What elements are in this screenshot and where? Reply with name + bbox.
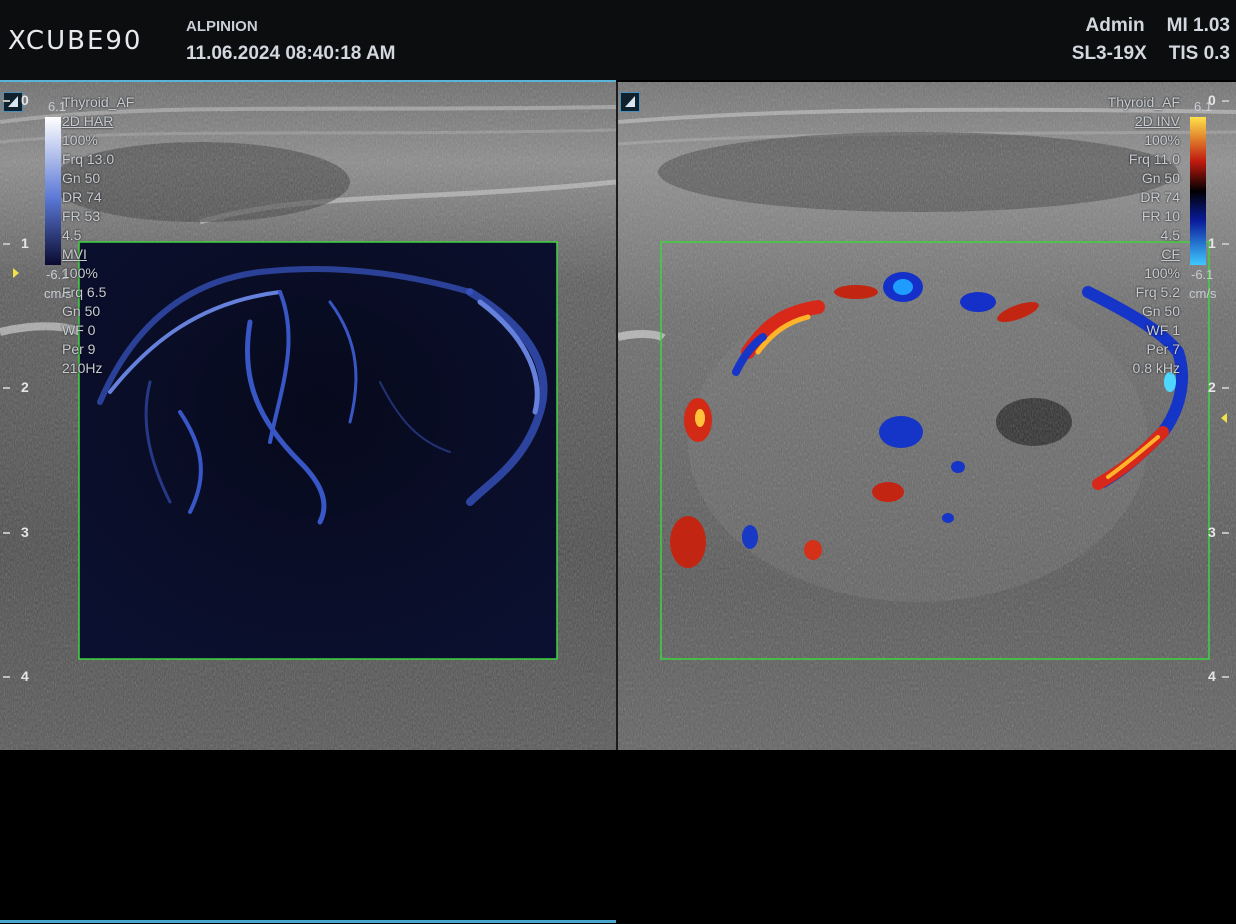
left-preset: Thyroid_AF (62, 94, 135, 110)
left-depth-3: 3 (21, 524, 29, 540)
right-ultrasound-image[interactable]: 6.1 -6.1 cm/s Thyroid_AF 2D INV 100% Frq… (618, 82, 1236, 750)
right-depth-1: 1 (1208, 235, 1216, 251)
right-param-5: FR 10 (1141, 208, 1180, 224)
left-depth-tick (3, 243, 10, 245)
right-param-6: 4.5 (1160, 227, 1180, 243)
right-depth-tick (1222, 532, 1229, 534)
left-param-2: Frq 13.0 (62, 151, 115, 167)
probe-orientation-icon[interactable] (620, 92, 640, 112)
system-logo: XCUBE90 (8, 26, 143, 56)
right-depth-tick (1222, 387, 1229, 389)
left-param-1: 100% (62, 132, 98, 148)
right-param-2: Frq 11.0 (1128, 151, 1180, 167)
left-param-4: DR 74 (62, 189, 102, 205)
left-flow-param-1: Frq 6.5 (62, 284, 107, 300)
left-depth-4: 4 (21, 668, 29, 684)
left-param-0: 2D HAR (62, 113, 114, 129)
right-param-1: 100% (1144, 132, 1180, 148)
right-depth-0: 0 (1208, 92, 1216, 108)
top-status-bar: XCUBE90 ALPINION 11.06.2024 08:40:18 AM … (0, 0, 1236, 80)
right-colorbar-unit: cm/s (1189, 286, 1217, 301)
left-param-3: Gn 50 (62, 170, 101, 186)
probe-name: SL3-19X (1071, 43, 1147, 64)
left-depth-1: 1 (21, 235, 29, 251)
probe-orientation-icon[interactable] (3, 92, 23, 112)
right-flow-param-5: 0.8 kHz (1132, 360, 1180, 376)
user-mi-readout: Admin MI 1.03 (1064, 15, 1230, 37)
left-flow-param-0: 100% (62, 265, 98, 281)
right-focus-marker[interactable] (1221, 413, 1227, 423)
right-flow-param-0: 100% (1144, 265, 1180, 281)
exam-datetime: 11.06.2024 08:40:18 AM (186, 43, 396, 64)
bottom-indicator-line (0, 920, 616, 923)
user-name: Admin (1085, 15, 1145, 36)
left-colorbar (45, 117, 61, 265)
tis-value: TIS 0.3 (1168, 43, 1230, 64)
left-focus-marker[interactable] (13, 268, 19, 278)
left-flow-mode: MVI (62, 246, 87, 262)
left-depth-tick (3, 532, 10, 534)
right-flow-param-1: Frq 5.2 (1135, 284, 1180, 300)
probe-tis-readout: SL3-19X TIS 0.3 (1050, 43, 1230, 65)
mi-value: MI 1.03 (1166, 15, 1230, 36)
right-depth-tick (1222, 243, 1229, 245)
left-param-panel: Thyroid_AF 2D HAR 100% Frq 13.0 Gn 50 DR… (62, 93, 134, 378)
left-depth-2: 2 (21, 379, 29, 395)
right-flow-mode: CF (1161, 246, 1180, 262)
right-param-3: Gn 50 (1141, 170, 1180, 186)
left-depth-tick (3, 676, 10, 678)
right-param-4: DR 74 (1140, 189, 1180, 205)
vendor-label: ALPINION (186, 18, 258, 35)
right-colorbar-min: -6.1 (1191, 267, 1214, 282)
right-param-panel: Thyroid_AF 2D INV 100% Frq 11.0 Gn 50 DR… (1108, 93, 1180, 378)
left-depth-0: 0 (21, 92, 29, 108)
right-depth-tick (1222, 676, 1229, 678)
left-param-6: 4.5 (62, 227, 82, 243)
right-depth-4: 4 (1208, 668, 1216, 684)
left-flow-param-5: 210Hz (62, 360, 103, 376)
right-colorbar (1190, 117, 1206, 265)
right-param-0: 2D INV (1134, 113, 1180, 129)
right-depth-tick (1222, 100, 1229, 102)
right-flow-param-3: WF 1 (1146, 322, 1180, 338)
left-flow-param-3: WF 0 (62, 322, 96, 338)
left-param-5: FR 53 (62, 208, 101, 224)
right-depth-3: 3 (1208, 524, 1216, 540)
left-flow-param-2: Gn 50 (62, 303, 101, 319)
left-depth-tick (3, 387, 10, 389)
right-flow-param-4: Per 7 (1146, 341, 1180, 357)
right-flow-param-2: Gn 50 (1141, 303, 1180, 319)
right-depth-2: 2 (1208, 379, 1216, 395)
left-ultrasound-image[interactable]: 6.1 -6.1 cm/s Thyroid_AF 2D HAR 100% Frq… (0, 82, 616, 750)
left-depth-tick (3, 100, 10, 102)
right-preset: Thyroid_AF (1107, 94, 1180, 110)
left-flow-param-4: Per 9 (62, 341, 96, 357)
